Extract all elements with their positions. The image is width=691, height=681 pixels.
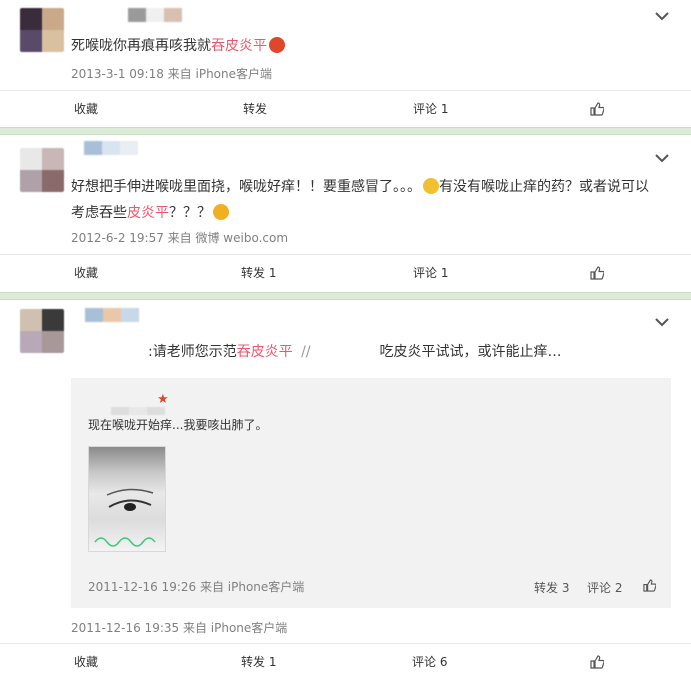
chevron-down-icon[interactable] [655,317,669,327]
star-icon: ★ [157,392,169,407]
post-meta: 2013-3-1 09:18 来自 iPhone客户端 [71,67,273,81]
thumbs-up-icon[interactable] [643,579,657,595]
favorite-button[interactable]: 收藏 [74,91,98,127]
chevron-down-icon[interactable] [655,153,669,163]
action-bar: 收藏 转发 1 评论 6 [0,643,691,679]
thumbs-up-icon[interactable] [590,255,606,291]
repost-photo[interactable] [88,446,166,552]
repost-box: ★ 现在喉咙开始痒...我要咳出肺了。 2011-12-16 19:26 来自 … [71,378,671,608]
repost-button[interactable]: 转发 1 [241,255,276,291]
favorite-button[interactable]: 收藏 [74,644,98,680]
comment-button[interactable]: 评论 1 [413,91,448,127]
avatar[interactable] [20,8,64,52]
post-content: 好想把手伸进喉咙里面挠，喉咙好痒！！要重感冒了。。。 有没有喉咙止痒的药？或者说可… [71,178,649,221]
repost-button[interactable]: 转发 1 [241,644,276,680]
repost-text: 现在喉咙开始痒...我要咳出肺了。 [88,418,268,432]
post-content: 死喉咙你再痕再咳我就吞皮炎平 [71,33,661,59]
post-meta: 2011-12-16 19:35 来自 iPhone客户端 [71,621,288,635]
divider [0,127,691,135]
favorite-button[interactable]: 收藏 [74,255,98,291]
thumbs-up-icon[interactable] [590,644,606,680]
emoji-icon [423,178,439,194]
post-2: 好想把手伸进喉咙里面挠，喉咙好痒！！要重感冒了。。。 有没有喉咙止痒的药？或者说可… [0,136,691,293]
emoji-icon [213,204,229,220]
divider [0,292,691,300]
repost-repost-button[interactable]: 转发 3 [534,579,569,596]
repost-button[interactable]: 转发 [243,91,267,127]
post-meta: 2012-6-2 19:57 来自 微博 weibo.com [71,231,289,245]
username-blurred[interactable] [128,8,182,22]
thumbs-up-icon[interactable] [590,91,606,127]
chevron-down-icon[interactable] [655,11,669,21]
action-bar: 收藏 转发 评论 1 [0,90,691,126]
username-blurred[interactable] [85,308,139,322]
avatar[interactable] [20,148,64,192]
highlight-link[interactable]: 吞皮炎平 [237,344,293,360]
post-3: :请老师您示范吞皮炎平 // 吃皮炎平试试，或许能止痒… ★ 现在喉咙开始痒..… [0,301,691,681]
post-content: :请老师您示范吞皮炎平 // 吃皮炎平试试，或许能止痒… [148,344,562,360]
avatar[interactable] [20,309,64,353]
repost-meta: 2011-12-16 19:26 来自 iPhone客户端 [88,580,305,594]
username-blurred[interactable] [111,407,165,415]
emoji-icon [269,37,285,53]
action-bar: 收藏 转发 1 评论 1 [0,254,691,290]
highlight-link[interactable]: 皮炎平 [127,205,169,221]
comment-button[interactable]: 评论 1 [413,255,448,291]
repost-comment-button[interactable]: 评论 2 [587,579,622,596]
username-blurred[interactable] [84,141,138,155]
highlight-link[interactable]: 吞皮炎平 [211,38,267,54]
post-1: 死喉咙你再痕再咳我就吞皮炎平 2013-3-1 09:18 来自 iPhone客… [0,0,691,128]
comment-button[interactable]: 评论 6 [412,644,447,680]
